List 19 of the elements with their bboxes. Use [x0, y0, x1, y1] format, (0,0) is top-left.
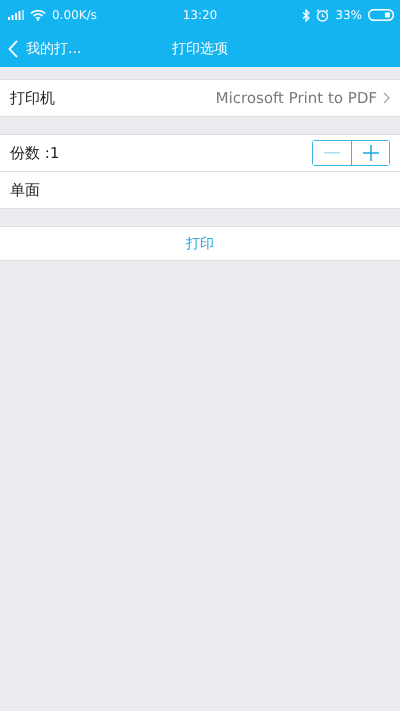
copies-label: 份数 :1 [10, 144, 60, 162]
increment-button[interactable] [351, 141, 389, 165]
minus-icon [324, 152, 340, 154]
network-speed: 0.00K/s [52, 8, 97, 22]
printer-row[interactable]: 打印机 Microsoft Print to PDF [0, 80, 400, 116]
printer-name: Microsoft Print to PDF [216, 89, 377, 107]
wifi-icon [30, 9, 46, 21]
bluetooth-icon [302, 8, 310, 22]
plus-icon [362, 145, 378, 161]
duplex-label: 单面 [10, 180, 40, 200]
signal-icon [8, 10, 24, 20]
duplex-row[interactable]: 单面 [0, 171, 400, 208]
clock: 13:20 [182, 8, 218, 22]
battery-percent: 33% [335, 8, 362, 22]
printer-label: 打印机 [10, 88, 55, 108]
page-title: 打印选项 [172, 40, 228, 58]
battery-icon [368, 9, 394, 21]
chevron-right-icon [383, 92, 390, 104]
alarm-icon [316, 8, 330, 22]
